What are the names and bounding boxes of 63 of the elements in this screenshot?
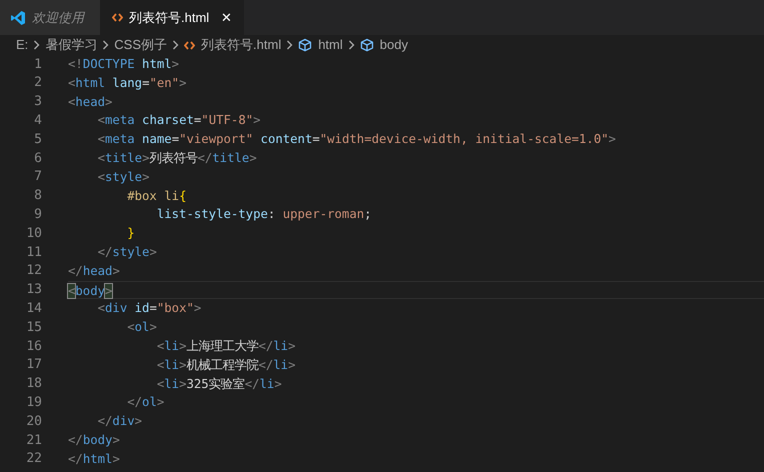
code-line: <!DOCTYPE html> (68, 56, 180, 73)
line-number: 5 (33, 130, 42, 149)
line-number: 18 (25, 375, 42, 394)
editor-logo-icon (10, 10, 26, 26)
code-line: <li>上海理工大学</li> (156, 338, 296, 355)
line-number: 4 (33, 112, 42, 130)
line-number: 1 (33, 56, 42, 74)
code-line: </head> (68, 262, 120, 280)
breadcrumb-item[interactable]: body (360, 35, 408, 55)
code-line: <body> (68, 280, 764, 300)
line-number: 22 (25, 450, 42, 468)
breadcrumb-item[interactable]: CSS例子 (114, 35, 168, 55)
code-line: #box li{ (126, 188, 186, 205)
chevron-right-icon (33, 40, 40, 50)
line-number: 19 (25, 394, 42, 412)
line-number: 9 (33, 206, 42, 224)
line-number: 6 (33, 150, 42, 168)
chevron-right-icon (102, 40, 110, 50)
line-number: 16 (25, 338, 42, 356)
code-brackets-icon (112, 13, 123, 22)
code-line: <div id="box"> (96, 300, 202, 318)
code-line: <head> (68, 94, 112, 111)
line-number: 15 (25, 318, 42, 337)
close-icon[interactable]: ✕ (221, 8, 232, 28)
code-line: <li>机械工程学院</li> (156, 356, 296, 374)
breadcrumb-item[interactable]: E: (16, 35, 28, 55)
line-number: 11 (25, 244, 42, 262)
chevron-right-icon (286, 40, 294, 50)
breadcrumb-item[interactable]: 列表符号.html (184, 35, 282, 55)
line-number: 7 (33, 168, 42, 186)
code-line: </div> (96, 413, 142, 430)
breadcrumb-item[interactable]: html (298, 35, 343, 55)
line-number: 10 (25, 224, 42, 243)
chevron-right-icon (348, 40, 355, 50)
code-line: <ol> (126, 319, 157, 336)
cube-icon (298, 38, 312, 52)
editor-tab[interactable]: 列表符号.html ✕ (100, 0, 244, 35)
line-number: 12 (25, 262, 42, 280)
code-line: </ol> (126, 394, 164, 412)
code-brackets-icon (184, 40, 196, 50)
code-line: } (126, 225, 135, 242)
chevron-right-icon (172, 40, 180, 50)
code-line: </style> (96, 244, 157, 261)
code-line: <html lang="en"> (68, 74, 186, 92)
line-number: 20 (25, 412, 42, 431)
code-line: </body> (68, 432, 120, 449)
code-line: <li>325实验室</li> (156, 376, 282, 393)
code-line: <meta name="viewport" content="width=device-width, initial-scale=1.0"> (96, 131, 616, 148)
code-line: list-style-type: upper-roman; (156, 206, 372, 224)
line-number: 2 (33, 74, 42, 92)
line-number: 13 (25, 281, 42, 300)
code-line: </html> (68, 450, 120, 468)
code-line: <meta charset="UTF-8"> (96, 112, 261, 130)
cube-icon (360, 38, 374, 52)
line-number: 8 (33, 187, 42, 206)
line-number: 17 (25, 356, 42, 374)
line-number: 3 (33, 93, 42, 112)
code-line: <style> (96, 168, 150, 186)
editor-tab[interactable]: 欢迎使用 (0, 0, 100, 35)
line-number: 21 (25, 432, 42, 450)
breadcrumb-item[interactable]: 暑假学习 (45, 35, 98, 55)
line-number: 14 (25, 300, 42, 318)
code-line: <title>列表符号</title> (96, 150, 257, 167)
